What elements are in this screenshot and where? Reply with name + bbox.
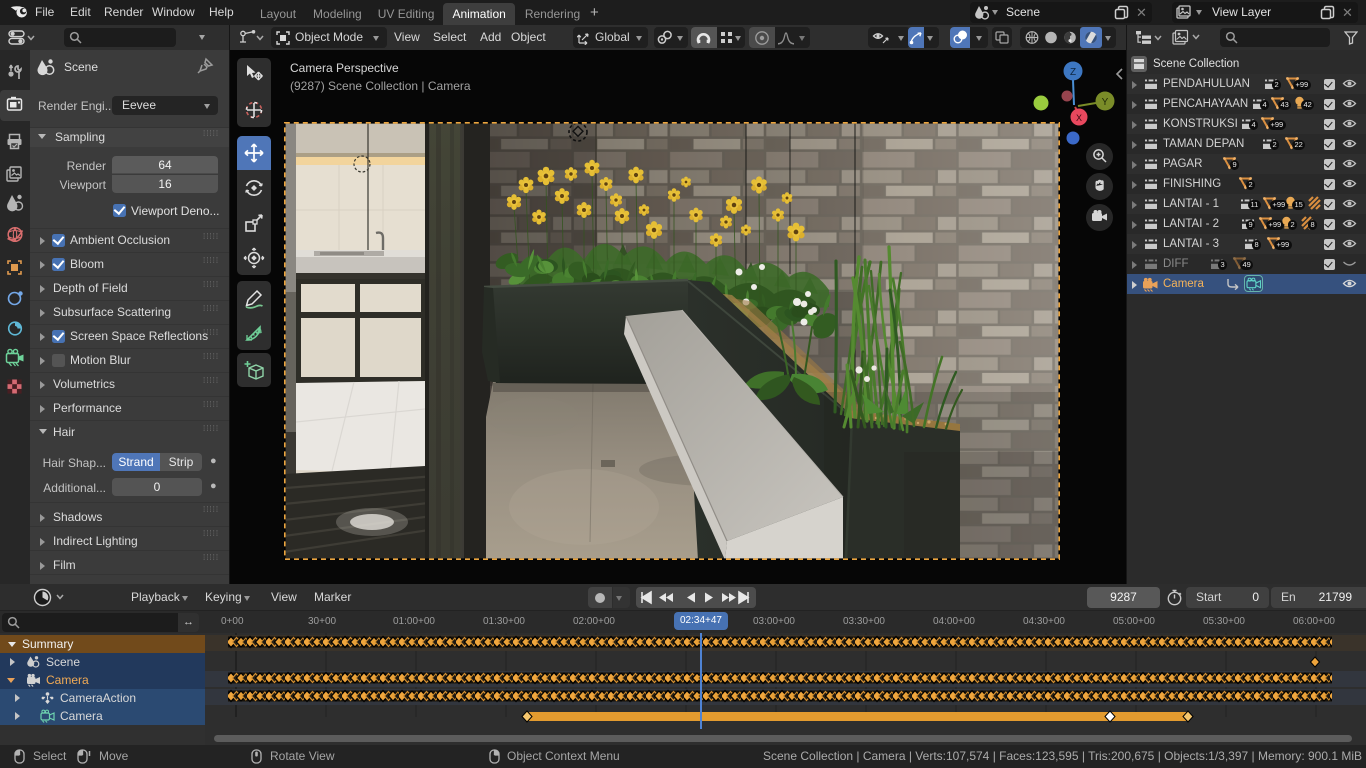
svg-text:Z: Z <box>1070 67 1076 78</box>
svg-text:X: X <box>1076 113 1082 123</box>
svg-text:Y: Y <box>1102 97 1109 108</box>
